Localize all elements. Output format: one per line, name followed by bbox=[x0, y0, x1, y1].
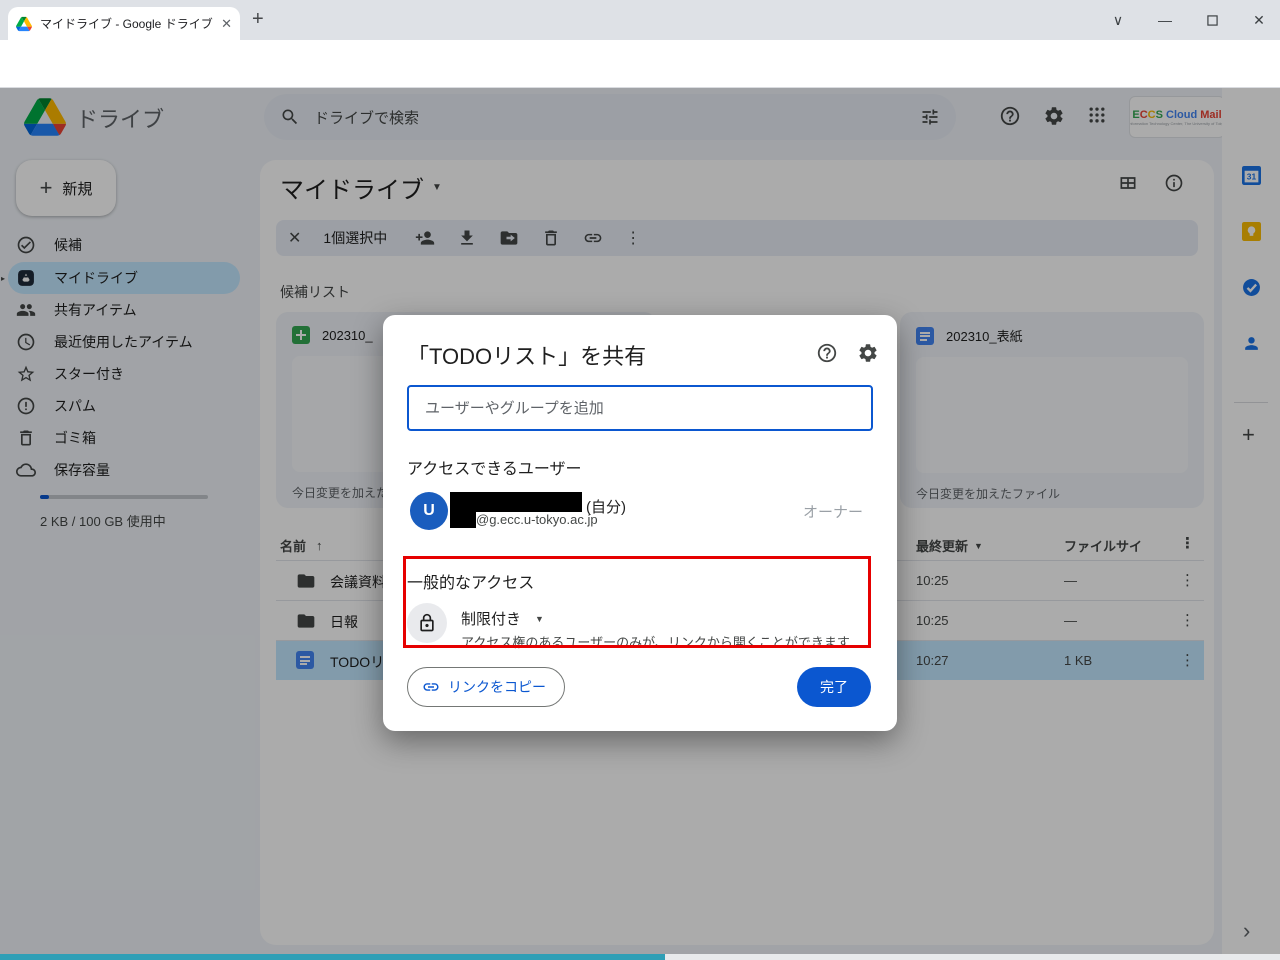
bottom-edge-strip bbox=[0, 954, 1280, 960]
link-icon bbox=[422, 678, 440, 696]
browser-tab[interactable]: マイドライブ - Google ドライブ ✕ bbox=[8, 7, 240, 40]
owner-role: オーナー bbox=[803, 501, 863, 522]
browser-toolbar: ← → ↻ drive.google.com/drive/my-drive ☆ … bbox=[0, 40, 1280, 88]
copy-link-button[interactable]: リンクをコピー bbox=[407, 667, 565, 707]
dialog-title: 「TODOリスト」を共有 bbox=[407, 339, 646, 371]
new-tab-button[interactable]: + bbox=[252, 8, 264, 31]
browser-titlebar: マイドライブ - Google ドライブ ✕ + ∨ — ✕ bbox=[0, 0, 1280, 40]
annotation-highlight-box bbox=[403, 556, 871, 648]
owner-avatar: U bbox=[410, 492, 448, 530]
owner-email-redaction bbox=[450, 512, 476, 528]
owner-email: @g.ecc.u-tokyo.ac.jp bbox=[476, 512, 598, 527]
dialog-settings-icon[interactable] bbox=[857, 342, 879, 364]
bottom-edge-teal bbox=[0, 954, 665, 960]
window-minimize-button[interactable]: — bbox=[1150, 6, 1180, 34]
drive-favicon bbox=[16, 16, 32, 32]
dialog-help-icon[interactable] bbox=[816, 342, 838, 364]
tab-search-chevron-icon[interactable]: ∨ bbox=[1103, 6, 1133, 34]
owner-name-redaction bbox=[450, 492, 582, 512]
screen: マイドライブ - Google ドライブ ✕ + ∨ — ✕ ← → ↻ dri… bbox=[0, 0, 1280, 960]
done-button[interactable]: 完了 bbox=[797, 667, 871, 707]
tab-title: マイドライブ - Google ドライブ bbox=[40, 15, 213, 32]
share-dialog: 「TODOリスト」を共有 アクセスできるユーザー U (自分) @g.ecc.u… bbox=[383, 315, 897, 731]
tab-close-icon[interactable]: ✕ bbox=[221, 16, 232, 32]
people-with-access-heading: アクセスできるユーザー bbox=[407, 455, 582, 479]
add-people-input[interactable] bbox=[407, 385, 873, 431]
window-maximize-button[interactable] bbox=[1197, 6, 1227, 34]
copy-link-label: リンクをコピー bbox=[448, 677, 546, 697]
window-close-button[interactable]: ✕ bbox=[1244, 6, 1274, 34]
